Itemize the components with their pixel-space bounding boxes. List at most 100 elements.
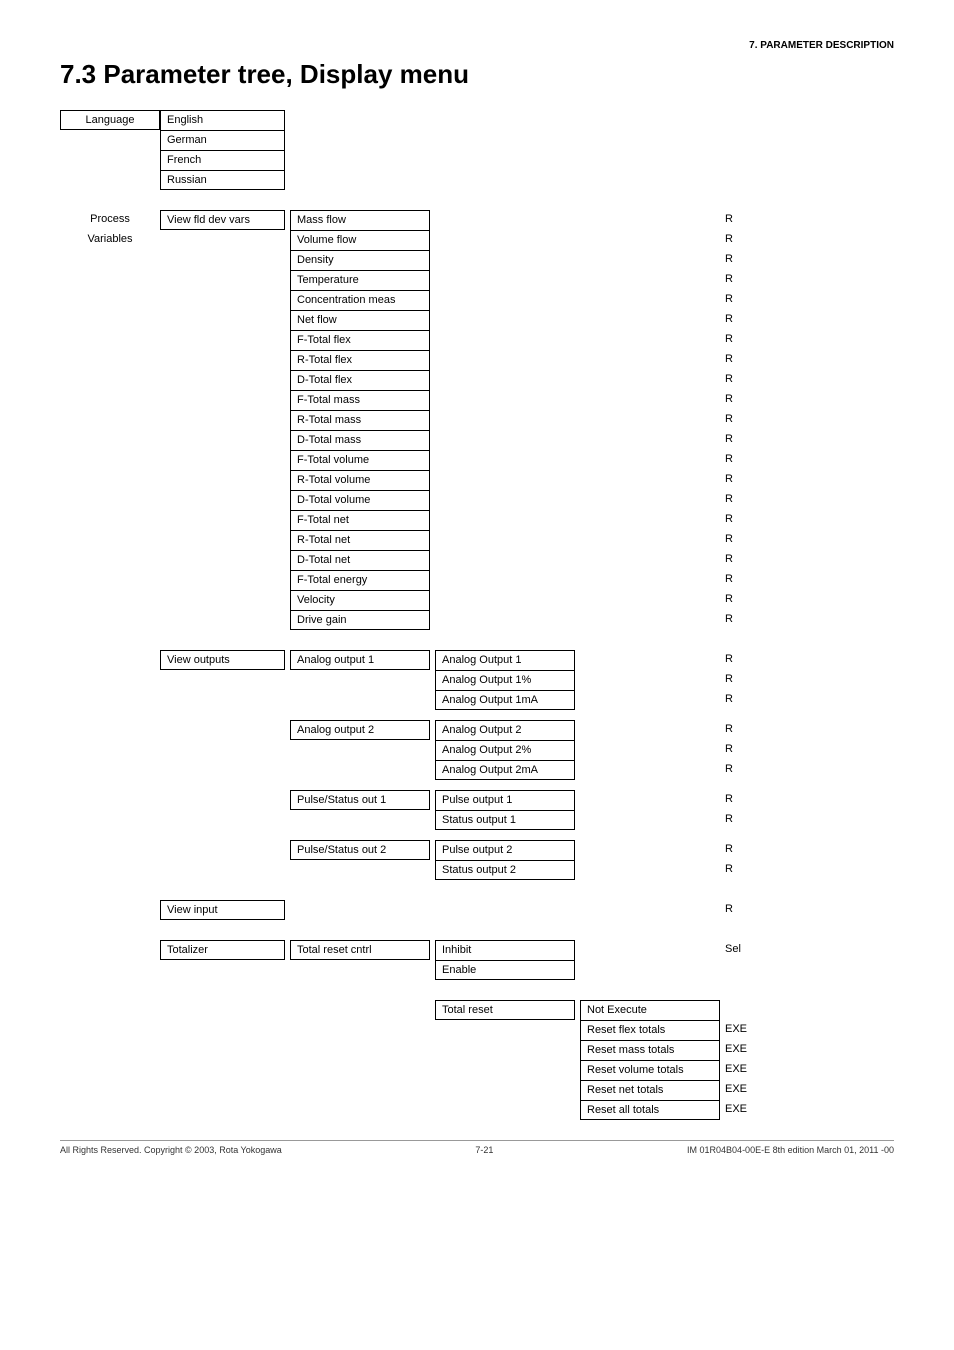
language-option: English — [160, 110, 285, 130]
flag: R — [725, 860, 775, 880]
flag: R — [725, 270, 775, 290]
total-reset-cntrl: Total reset cntrl — [290, 940, 430, 960]
flag: EXE — [725, 1060, 775, 1080]
flag: R — [725, 210, 775, 230]
param-item: Mass flow — [290, 210, 430, 230]
output-group: Analog output 1 — [290, 650, 430, 670]
param-item: D-Total mass — [290, 430, 430, 450]
output-item: Analog Output 1mA — [435, 690, 575, 710]
flag: R — [725, 310, 775, 330]
flag: R — [725, 530, 775, 550]
footer-center: 7-21 — [475, 1145, 493, 1155]
tr-item: Not Execute — [580, 1000, 720, 1020]
flag: R — [725, 570, 775, 590]
flag: R — [725, 720, 775, 740]
flag: EXE — [725, 1040, 775, 1060]
flag: R — [725, 470, 775, 490]
flag: R — [725, 350, 775, 370]
tr-item: Reset mass totals — [580, 1040, 720, 1060]
param-item: R-Total volume — [290, 470, 430, 490]
view-input-label: View input — [160, 900, 285, 920]
flag: R — [725, 760, 775, 780]
language-label: Language — [60, 110, 160, 130]
tr-item: Reset volume totals — [580, 1060, 720, 1080]
flag: R — [725, 590, 775, 610]
page-title: 7.3 Parameter tree, Display menu — [60, 59, 894, 90]
output-item: Status output 2 — [435, 860, 575, 880]
param-item: Volume flow — [290, 230, 430, 250]
param-item: R-Total net — [290, 530, 430, 550]
output-item: Analog Output 2 — [435, 720, 575, 740]
view-fld-dev-vars: View fld dev vars — [160, 210, 285, 230]
param-item: F-Total volume — [290, 450, 430, 470]
output-item: Analog Output 1 — [435, 650, 575, 670]
param-item: Concentration meas — [290, 290, 430, 310]
total-reset: Total reset — [435, 1000, 575, 1020]
flag: R — [725, 390, 775, 410]
trc-item: Inhibit — [435, 940, 575, 960]
flag: EXE — [725, 1080, 775, 1100]
flag: R — [725, 430, 775, 450]
output-item: Status output 1 — [435, 810, 575, 830]
output-item: Pulse output 1 — [435, 790, 575, 810]
tr-item: Reset all totals — [580, 1100, 720, 1120]
flag: R — [725, 840, 775, 860]
flag: R — [725, 650, 775, 670]
output-group: Pulse/Status out 1 — [290, 790, 430, 810]
flag: R — [725, 370, 775, 390]
output-item: Pulse output 2 — [435, 840, 575, 860]
language-option: French — [160, 150, 285, 170]
flag: EXE — [725, 1020, 775, 1040]
flag: R — [725, 790, 775, 810]
param-item: D-Total volume — [290, 490, 430, 510]
flag: R — [725, 690, 775, 710]
footer-left: All Rights Reserved. Copyright © 2003, R… — [60, 1145, 282, 1155]
param-item: Drive gain — [290, 610, 430, 630]
flag: R — [725, 550, 775, 570]
output-item: Analog Output 2mA — [435, 760, 575, 780]
param-item: Temperature — [290, 270, 430, 290]
param-item: Velocity — [290, 590, 430, 610]
tr-item: Reset flex totals — [580, 1020, 720, 1040]
flag: R — [725, 510, 775, 530]
param-item: F-Total flex — [290, 330, 430, 350]
header-section: 7. PARAMETER DESCRIPTION — [60, 40, 894, 51]
flag — [725, 960, 775, 980]
flag: R — [725, 290, 775, 310]
param-item: Density — [290, 250, 430, 270]
output-group: Pulse/Status out 2 — [290, 840, 430, 860]
param-item: F-Total net — [290, 510, 430, 530]
flag: R — [725, 490, 775, 510]
flag: R — [725, 740, 775, 760]
totalizer-label: Totalizer — [160, 940, 285, 960]
flag — [725, 1000, 775, 1020]
param-item: F-Total energy — [290, 570, 430, 590]
flag: R — [725, 250, 775, 270]
flag: R — [725, 810, 775, 830]
footer-right: IM 01R04B04-00E-E 8th edition March 01, … — [687, 1145, 894, 1155]
param-item: R-Total flex — [290, 350, 430, 370]
flag: R — [725, 610, 775, 630]
param-item: D-Total flex — [290, 370, 430, 390]
language-option: German — [160, 130, 285, 150]
process-label2: Variables — [60, 230, 160, 250]
output-item: Analog Output 1% — [435, 670, 575, 690]
process-label1: Process — [60, 210, 160, 230]
tr-item: Reset net totals — [580, 1080, 720, 1100]
param-item: R-Total mass — [290, 410, 430, 430]
trc-item: Enable — [435, 960, 575, 980]
view-outputs-label: View outputs — [160, 650, 285, 670]
flag: EXE — [725, 1100, 775, 1120]
param-item: F-Total mass — [290, 390, 430, 410]
flag: Sel — [725, 940, 775, 960]
param-item: Net flow — [290, 310, 430, 330]
flag: R — [725, 900, 775, 920]
language-option: Russian — [160, 170, 285, 190]
flag: R — [725, 450, 775, 470]
flag: R — [725, 410, 775, 430]
output-item: Analog Output 2% — [435, 740, 575, 760]
flag: R — [725, 330, 775, 350]
flag: R — [725, 670, 775, 690]
output-group: Analog output 2 — [290, 720, 430, 740]
param-item: D-Total net — [290, 550, 430, 570]
